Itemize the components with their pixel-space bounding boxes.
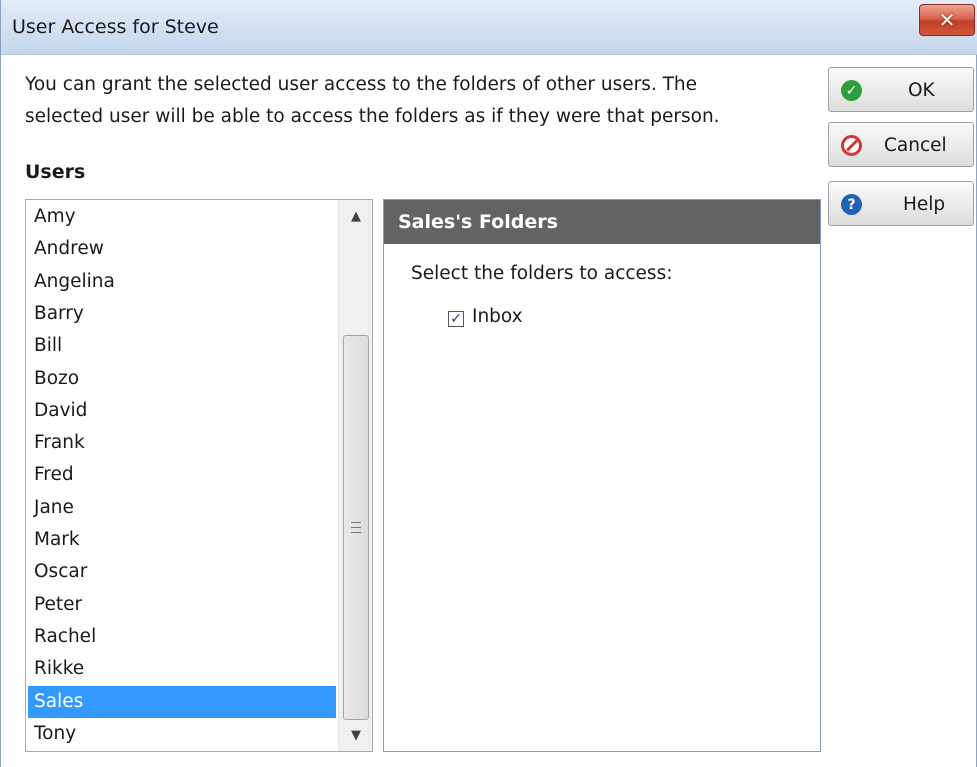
user-list-item[interactable]: Rikke — [28, 653, 336, 685]
users-scrollbar[interactable]: ▲ ▼ — [338, 200, 372, 751]
close-icon: ✕ — [938, 8, 956, 32]
users-heading: Users — [25, 161, 86, 183]
scroll-down-arrow-icon[interactable]: ▼ — [339, 719, 372, 751]
intro-line-1: You can grant the selected user access t… — [25, 74, 698, 95]
user-list-item[interactable]: Bill — [28, 330, 336, 362]
cancel-button-label: Cancel — [884, 135, 947, 156]
inbox-checkbox[interactable]: ✓ — [448, 311, 464, 327]
window-title: User Access for Steve — [12, 16, 219, 38]
user-list-item[interactable]: Mark — [28, 524, 336, 556]
scroll-up-arrow-icon[interactable]: ▲ — [339, 200, 372, 232]
user-list-item[interactable]: Andrew — [28, 233, 336, 265]
user-list-item[interactable]: Fred — [28, 459, 336, 491]
title-bar: User Access for Steve ✕ — [1, 0, 977, 55]
ok-button-label: OK — [908, 80, 935, 101]
scroll-thumb[interactable] — [343, 335, 369, 720]
user-list-item[interactable]: Amy — [28, 201, 336, 233]
intro-text: You can grant the selected user access t… — [25, 69, 815, 133]
inbox-label[interactable]: Inbox — [472, 306, 523, 327]
user-list-item[interactable]: Angelina — [28, 266, 336, 298]
user-list-item[interactable]: Jane — [28, 492, 336, 524]
folders-panel-header: Sales's Folders — [384, 200, 820, 244]
user-list-item[interactable]: Oscar — [28, 556, 336, 588]
user-list-item[interactable]: Barry — [28, 298, 336, 330]
cancel-button[interactable]: Cancel — [828, 122, 974, 167]
folders-panel: Sales's Folders Select the folders to ac… — [383, 199, 821, 752]
user-list-item[interactable]: Sales — [28, 685, 336, 718]
user-list-item[interactable]: David — [28, 395, 336, 427]
close-button[interactable]: ✕ — [919, 4, 975, 36]
users-listbox[interactable]: Amy Andrew Angelina Barry Bill Bozo David Frank… — [25, 199, 373, 752]
help-button-label: Help — [903, 194, 946, 215]
user-list-item[interactable]: Frank — [28, 427, 336, 459]
scroll-grip-icon — [351, 522, 361, 533]
folders-prompt: Select the folders to access: — [411, 263, 673, 284]
no-entry-icon — [841, 135, 862, 156]
question-circle-icon: ? — [841, 194, 862, 215]
help-button[interactable]: ? Help — [828, 181, 974, 226]
user-access-dialog: User Access for Steve ✕ You can grant th… — [0, 0, 977, 767]
user-list-item[interactable]: Rachel — [28, 621, 336, 653]
checkmark-icon: ✓ — [450, 311, 462, 327]
user-list-item[interactable]: Tony — [28, 718, 336, 750]
ok-button[interactable]: ✓ OK — [828, 67, 974, 112]
user-list-item[interactable]: Peter — [28, 589, 336, 621]
intro-line-2: selected user will be able to access the… — [25, 106, 720, 127]
check-circle-icon: ✓ — [841, 80, 862, 101]
user-list-item[interactable]: Bozo — [28, 363, 336, 395]
